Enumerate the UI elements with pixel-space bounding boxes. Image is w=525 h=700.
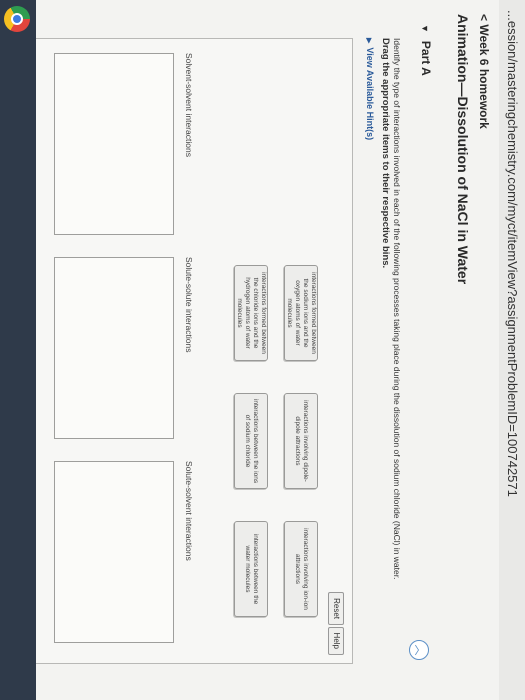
view-hints-link[interactable]: ▶ View Available Hint(s) — [365, 38, 375, 140]
bin-label-solute-solvent: Solute-solvent interactions — [184, 461, 194, 561]
drag-item[interactable]: interactions involving dipole-dipole att… — [284, 393, 318, 489]
bin-solute-solute[interactable] — [54, 257, 174, 439]
instructions: Identify the type of interactions involv… — [379, 38, 403, 680]
back-to-homework-link[interactable]: < Week 6 homework — [477, 14, 491, 129]
drag-item[interactable]: interactions formed between the chloride… — [234, 265, 268, 361]
screen: ...ession/masteringchemistry.com/myct/it… — [0, 0, 525, 700]
drag-instruction: Drag the appropriate items to their resp… — [380, 38, 391, 269]
drag-item[interactable]: interactions formed between the sodium i… — [284, 265, 318, 361]
instruction-text: Identify the type of interactions involv… — [392, 38, 402, 580]
bin-solvent-solvent[interactable] — [54, 53, 174, 235]
reset-button[interactable]: Reset — [328, 592, 344, 625]
chrome-icon[interactable] — [4, 6, 30, 32]
taskbar — [0, 0, 36, 700]
hints-label: View Available Hint(s) — [365, 47, 375, 141]
page-title: Animation—Dissolution of NaCl in Water — [455, 14, 471, 285]
bin-label-solvent-solvent: Solvent-solvent interactions — [184, 53, 194, 157]
part-a-label: Part A — [419, 40, 433, 76]
part-a-header[interactable]: ▼ Part A — [419, 24, 433, 76]
drag-item[interactable]: interactions between the ions of sodium … — [234, 393, 268, 489]
drag-drop-area: Reset Help interactions formed between t… — [23, 38, 353, 664]
address-bar[interactable]: ...ession/masteringchemistry.com/myct/it… — [498, 0, 525, 700]
drag-item[interactable]: interactions between the water molecules — [234, 521, 268, 617]
drag-item[interactable]: interactions involving ion-ion attractio… — [284, 521, 318, 617]
bin-solute-solvent[interactable] — [54, 461, 174, 643]
bin-label-solute-solute: Solute-solute interactions — [184, 257, 194, 353]
help-button[interactable]: Help — [328, 626, 344, 655]
page-content: < Week 6 homework Animation—Dissolution … — [23, 0, 499, 700]
caret-down-icon: ▼ — [420, 24, 430, 33]
chevron-up-icon[interactable]: ︿ — [409, 640, 429, 660]
caret-right-icon: ▶ — [365, 38, 372, 44]
